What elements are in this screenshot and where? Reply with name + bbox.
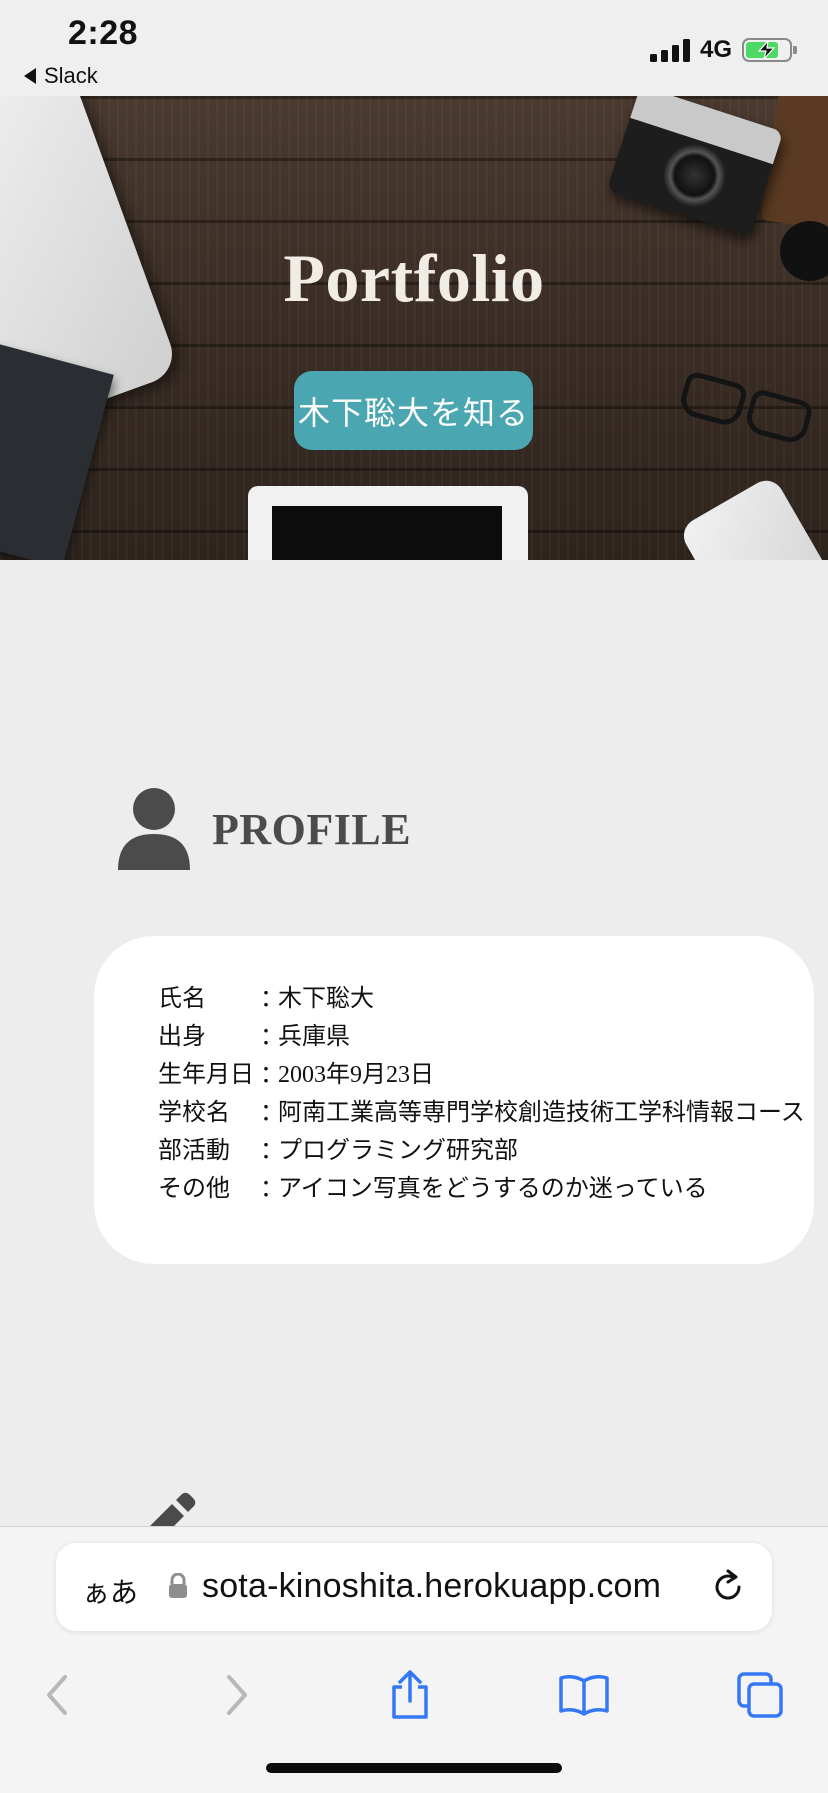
profile-label: 出身 (158, 1023, 206, 1050)
browser-toolbar (0, 1655, 828, 1731)
profile-row-hometown: 出身 ： 兵庫県 (158, 1014, 805, 1052)
book-icon (559, 1675, 609, 1716)
profile-row-school: 学校名 ： 阿南工業高等専門学校創造技術工学科情報コース (158, 1090, 805, 1128)
url-text[interactable]: sota-kinoshita.herokuapp.com (202, 1567, 661, 1606)
about-me-button[interactable]: 木下聡大を知る (294, 371, 533, 450)
profile-row-other: その他 ： アイコン写真をどうするのか迷っている (158, 1166, 805, 1204)
battery-charging-icon (742, 38, 797, 62)
notebook-decoration (0, 343, 114, 560)
profile-value: 2003年9月23日 (278, 1061, 434, 1088)
text-size-button[interactable]: ぁあ (82, 1571, 138, 1611)
profile-heading: PROFILE (118, 788, 411, 870)
tablet-decoration (248, 486, 528, 560)
hero-title: Portfolio (283, 240, 545, 316)
chevron-left-icon (47, 1675, 67, 1715)
network-type: 4G (699, 36, 732, 63)
profile-label: 学校名 (158, 1099, 230, 1126)
forward-button[interactable] (206, 1665, 266, 1725)
profile-value: プログラミング研究部 (278, 1137, 518, 1164)
profile-separator: ： (260, 1175, 284, 1202)
profile-title: PROFILE (212, 804, 412, 854)
profile-value: 木下聡大 (278, 985, 374, 1012)
profile-row-club: 部活動 ： プログラミング研究部 (158, 1128, 805, 1166)
tabs-icon (737, 1672, 783, 1718)
profile-separator: ： (260, 1061, 284, 1088)
profile-separator: ： (260, 1023, 284, 1050)
profile-separator: ： (260, 1137, 284, 1164)
status-time: 2:28 (68, 14, 139, 52)
glasses-decoration (676, 370, 815, 452)
reload-icon[interactable] (708, 1567, 748, 1607)
phone-decoration (677, 474, 828, 560)
back-app-label: Slack (44, 63, 98, 88)
back-button[interactable] (28, 1665, 88, 1725)
chevron-right-icon (227, 1675, 247, 1715)
status-indicators: 4G (649, 36, 797, 64)
profile-label: 部活動 (158, 1137, 230, 1164)
back-triangle-icon (24, 68, 36, 84)
profile-card: 氏名 ： 木下聡大 出身 ： 兵庫県 生年月日 ： 2003年9月23日 学校名… (94, 936, 814, 1264)
bookmarks-button[interactable] (554, 1665, 614, 1725)
profile-label: その他 (158, 1175, 230, 1202)
back-to-app-button[interactable]: Slack (24, 63, 98, 89)
profile-value: 阿南工業高等専門学校創造技術工学科情報コース (278, 1099, 805, 1126)
cellular-signal-icon (649, 38, 690, 62)
browser-bottom-bar: ぁあ sota-kinoshita.herokuapp.com (0, 1526, 828, 1793)
profile-row-name: 氏名 ： 木下聡大 (158, 976, 805, 1014)
hero-banner: Portfolio 木下聡大を知る (0, 96, 828, 560)
profile-label: 氏名 (158, 985, 206, 1012)
status-bar: 2:28 Slack 4G (0, 0, 828, 96)
camera-decoration (606, 96, 784, 237)
lock-icon (169, 1573, 187, 1598)
profile-separator: ： (260, 985, 284, 1012)
share-button[interactable] (380, 1665, 440, 1725)
profile-value: アイコン写真をどうするのか迷っている (278, 1175, 708, 1202)
profile-value: 兵庫県 (278, 1023, 350, 1050)
profile-row-birthday: 生年月日 ： 2003年9月23日 (158, 1052, 805, 1090)
home-indicator[interactable] (266, 1763, 562, 1773)
person-icon (118, 788, 190, 870)
address-bar[interactable]: ぁあ sota-kinoshita.herokuapp.com (56, 1543, 772, 1631)
profile-label: 生年月日 (158, 1061, 254, 1088)
profile-separator: ： (260, 1099, 284, 1126)
tabs-button[interactable] (730, 1665, 790, 1725)
profile-list: 氏名 ： 木下聡大 出身 ： 兵庫県 生年月日 ： 2003年9月23日 学校名… (158, 976, 805, 1204)
share-icon (392, 1670, 428, 1719)
